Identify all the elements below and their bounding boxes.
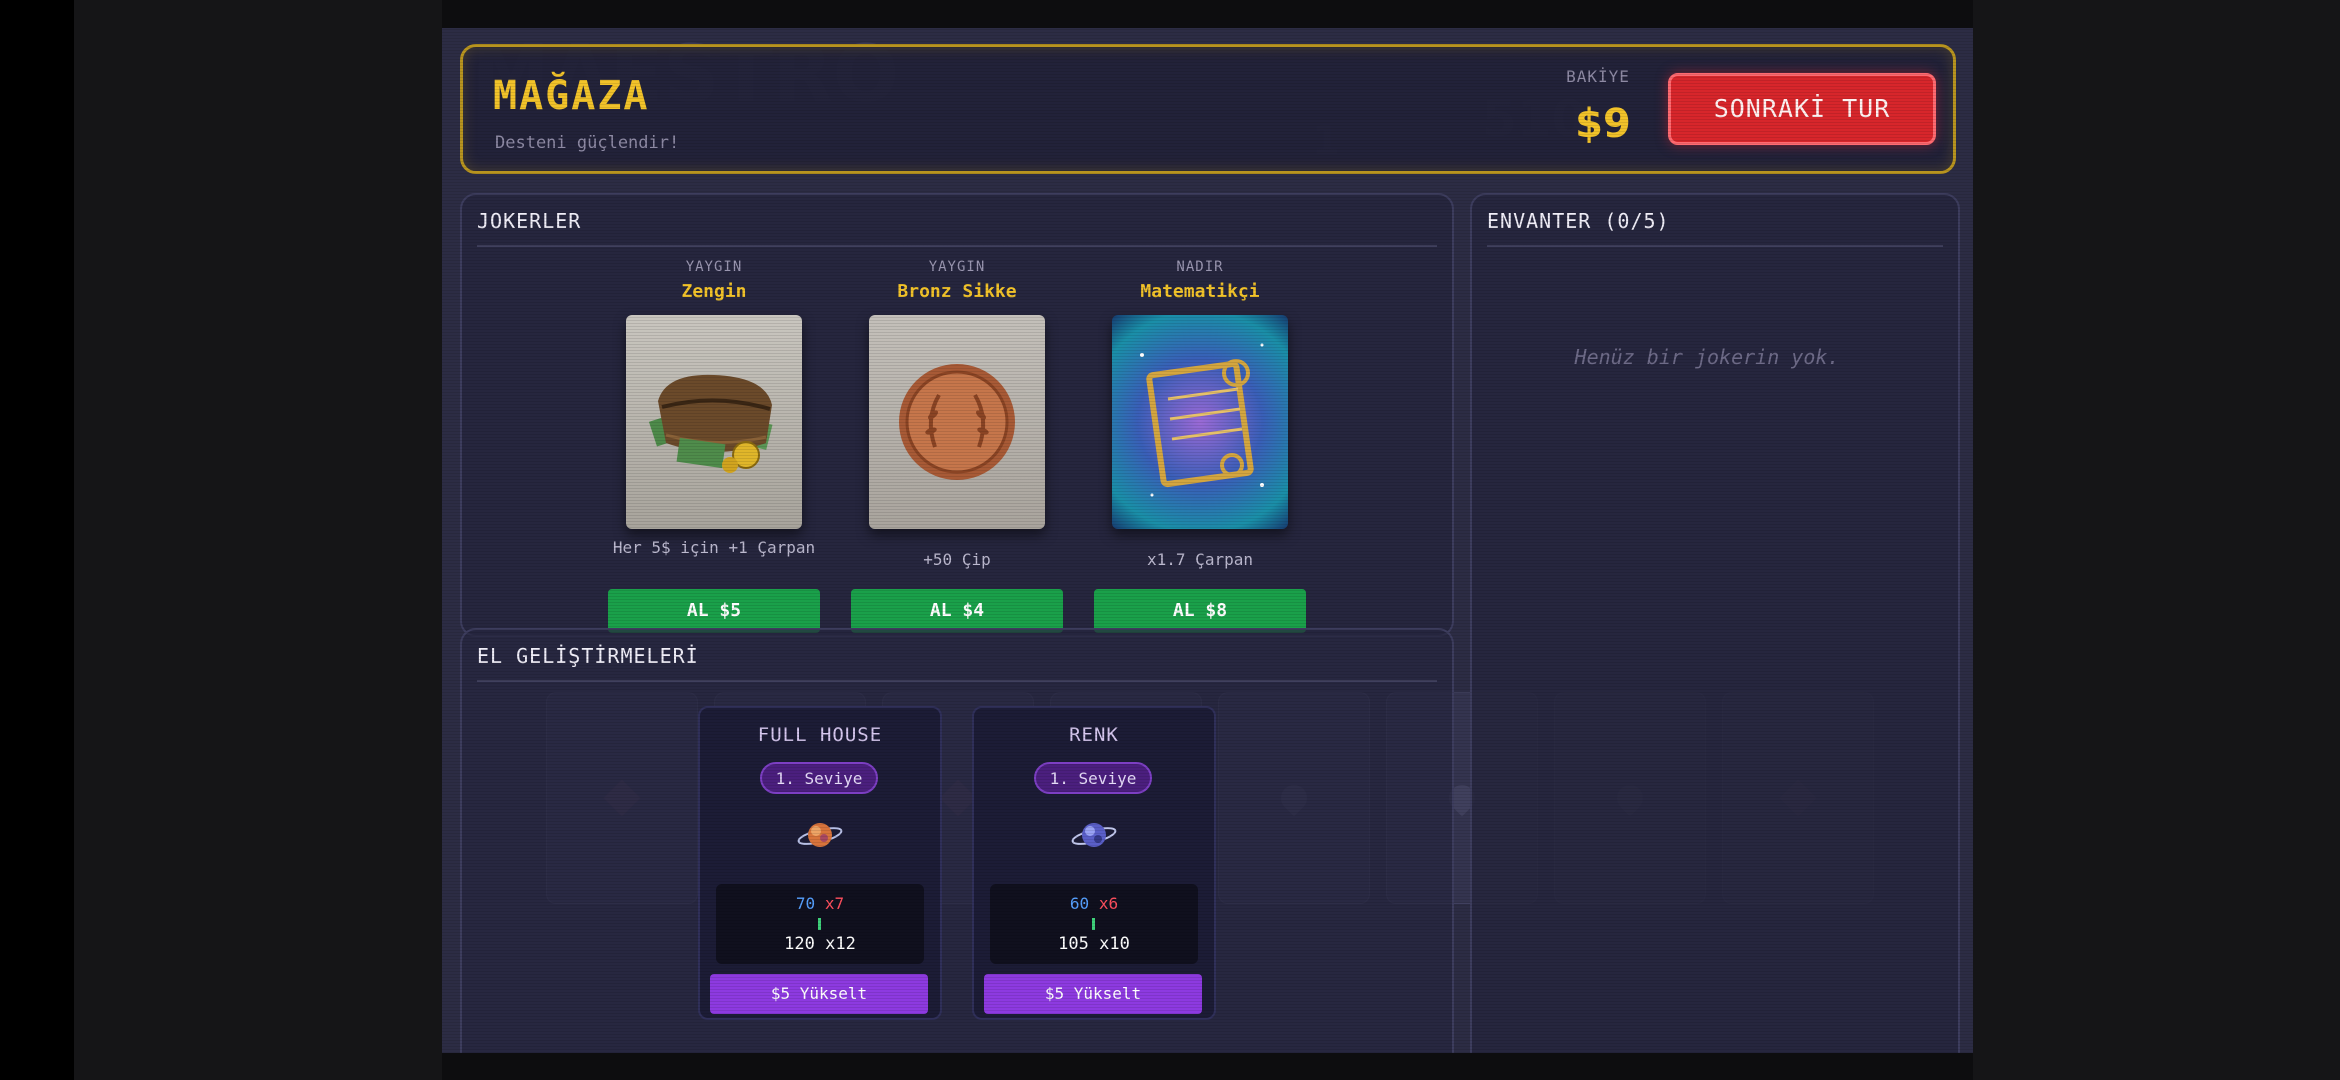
shop-header: MAĞAZA Desteni güçlendir! BAKİYE $9 SONR… <box>460 44 1956 174</box>
mult-value: x6 <box>1098 894 1119 913</box>
shop-screen: MAESTRO 510 1 MAĞAZA Desteni güçlendir! … <box>442 28 1973 1053</box>
arrow-down-icon <box>818 918 821 930</box>
right-margin <box>1973 0 2340 1080</box>
joker-name: Bronz Sikke <box>897 281 1017 302</box>
next-round-button[interactable]: SONRAKİ TUR <box>1668 73 1936 145</box>
inventory-panel: ENVANTER (0/5) Henüz bir jokerin yok. <box>1470 193 1960 1053</box>
upgrade-stats: 70 x7 120 x12 <box>716 884 924 964</box>
upgrade-card-renk: RENK 1. Seviye 60 x6 105 x10 $5 Yükselt <box>972 706 1216 1020</box>
upgrade-new-value: 120 x12 <box>784 934 856 954</box>
buy-button[interactable]: AL $5 <box>608 589 820 633</box>
divider <box>1487 245 1943 247</box>
joker-name: Matematikçi <box>1140 281 1260 302</box>
upgrade-button[interactable]: $5 Yükselt <box>710 974 928 1014</box>
chips-value: 70 <box>795 894 816 913</box>
divider <box>477 245 1437 247</box>
bronze-coin-icon <box>869 315 1045 529</box>
joker-description: Her 5$ için +1 Çarpan <box>612 538 816 557</box>
divider <box>477 680 1437 682</box>
inventory-title: ENVANTER (0/5) <box>1487 209 1670 233</box>
upgrade-button[interactable]: $5 Yükselt <box>984 974 1202 1014</box>
jokers-panel: JOKERLER YAYGIN Zengin Her 5$ için +1 Ça… <box>460 193 1454 637</box>
shop-subtitle: Desteni güçlendir! <box>495 133 680 153</box>
joker-rarity: YAYGIN <box>928 259 986 275</box>
arrow-down-icon <box>1092 918 1095 930</box>
wallet-icon <box>626 315 802 529</box>
upgrade-card-full-house: FULL HOUSE 1. Seviye 70 x7 120 x12 $5 Yü… <box>698 706 942 1020</box>
balance-value: $9 <box>1575 101 1631 147</box>
upgrade-current-value: 70 x7 <box>716 894 924 913</box>
balance-label: BAKİYE <box>1566 67 1630 86</box>
upgrade-stats: 60 x6 105 x10 <box>990 884 1198 964</box>
upgrades-panel: EL GELİŞTİRMELERİ <box>460 628 1454 1053</box>
buy-button[interactable]: AL $4 <box>851 589 1063 633</box>
joker-description: x1.7 Çarpan <box>1147 550 1253 569</box>
mult-value: x7 <box>824 894 845 913</box>
planet-orange-icon <box>796 814 844 856</box>
upgrade-level-badge: 1. Seviye <box>760 762 878 794</box>
upgrade-name: FULL HOUSE <box>757 724 883 746</box>
inventory-empty-message: Henüz bir jokerin yok. <box>1574 345 1840 369</box>
joker-rarity: NADIR <box>1176 259 1224 275</box>
joker-rarity: YAYGIN <box>685 259 743 275</box>
shop-title: MAĞAZA <box>493 73 650 119</box>
jokers-title: JOKERLER <box>477 209 582 233</box>
upgrades-title: EL GELİŞTİRMELERİ <box>477 644 699 668</box>
joker-name: Zengin <box>681 281 747 302</box>
chips-value: 60 <box>1069 894 1090 913</box>
upgrade-new-value: 105 x10 <box>1058 934 1130 954</box>
buy-button[interactable]: AL $8 <box>1094 589 1306 633</box>
left-black-band <box>0 0 74 1080</box>
joker-description: +50 Çip <box>923 550 991 569</box>
left-margin <box>74 0 442 1080</box>
upgrade-name: RENK <box>1069 724 1119 746</box>
abacus-icon <box>1112 315 1288 529</box>
planet-blue-icon <box>1070 814 1118 856</box>
upgrade-level-badge: 1. Seviye <box>1034 762 1152 794</box>
upgrade-current-value: 60 x6 <box>990 894 1198 913</box>
